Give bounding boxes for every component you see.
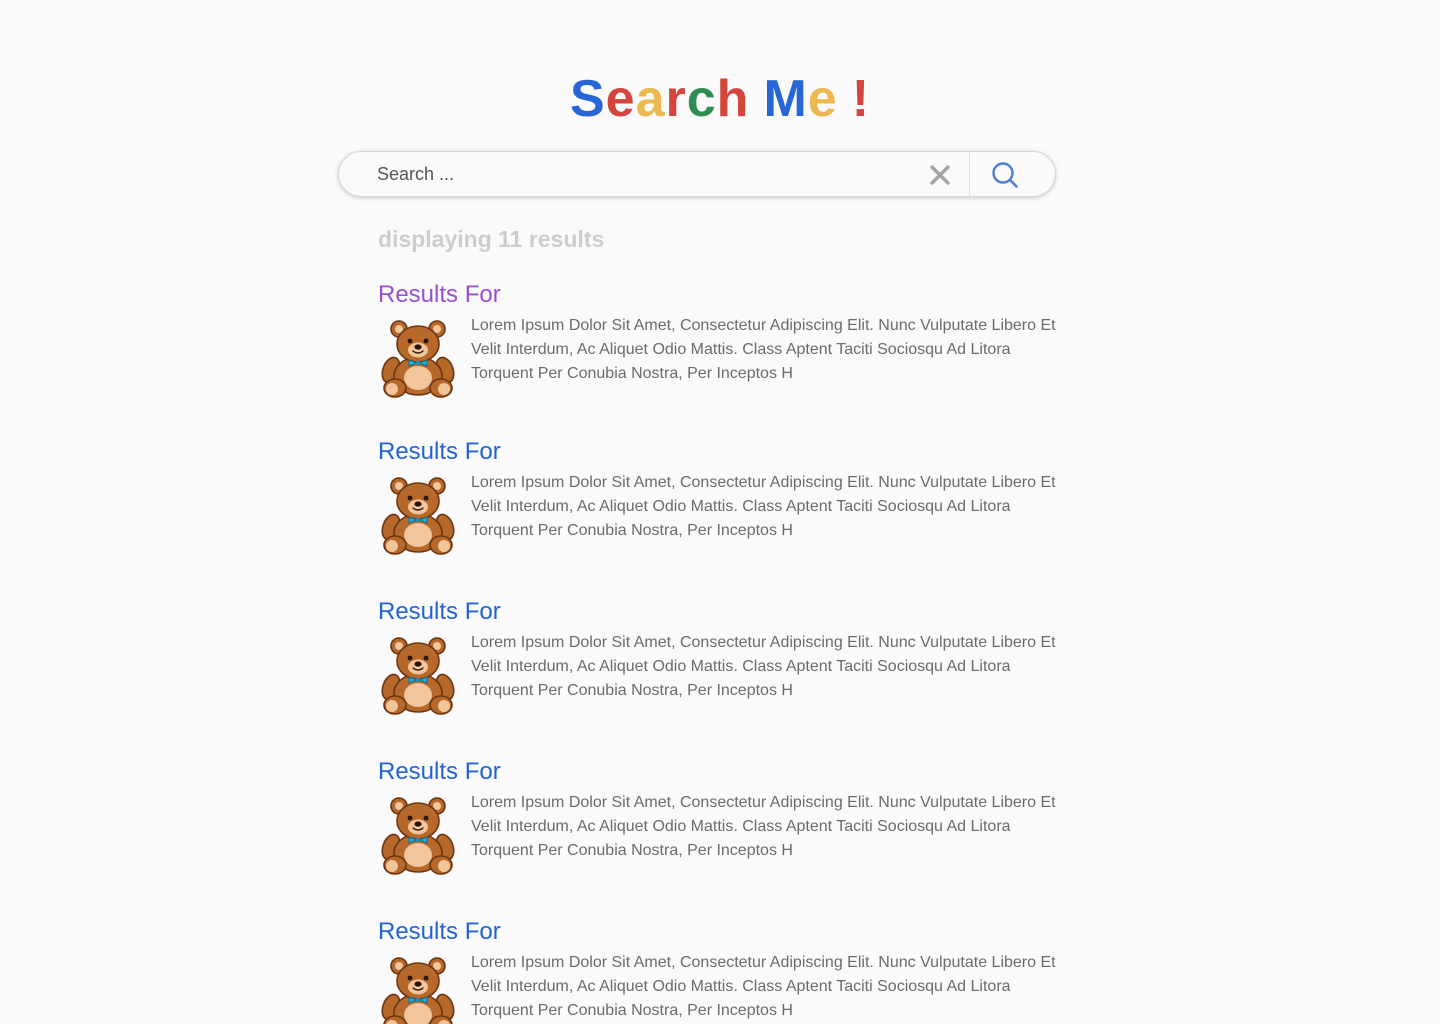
logo-letter: c [686,70,717,128]
search-input[interactable] [377,152,917,196]
teddy-bear-thumbnail [378,318,458,398]
teddy-bear-thumbnail [378,795,458,875]
logo-letter: a [635,70,666,128]
logo-letter: M [763,70,808,128]
close-icon [930,165,950,185]
search-divider [969,152,970,196]
result-title-link[interactable]: Results For [378,437,501,467]
result-description: Lorem Ipsum Dolor Sit Amet, Consectetur … [471,317,1056,382]
logo-letter: e [605,70,636,128]
result-title-link[interactable]: Results For [378,597,501,627]
results-count: displaying 11 results [378,226,605,252]
result-description: Lorem Ipsum Dolor Sit Amet, Consectetur … [471,954,1056,1019]
teddy-bear-thumbnail [378,475,458,555]
logo-letter: h [716,70,750,128]
result-title-link[interactable]: Results For [378,757,501,787]
teddy-bear-thumbnail [378,955,458,1024]
result-title-link[interactable]: Results For [378,917,501,947]
result-description: Lorem Ipsum Dolor Sit Amet, Consectetur … [471,634,1056,699]
logo: Search Me! [0,68,1440,130]
teddy-bear-thumbnail [378,635,458,715]
result-title-link[interactable]: Results For [378,280,501,310]
logo-letter: e [807,70,838,128]
search-icon [992,162,1018,188]
result-description: Lorem Ipsum Dolor Sit Amet, Consectetur … [471,794,1056,859]
search-bar [338,151,1056,197]
clear-search-button[interactable] [927,162,953,188]
logo-letter: S [569,70,606,128]
logo-letter: ! [851,70,871,128]
search-page: SearchMe! displaying 11 results Results … [0,0,1440,1024]
search-button[interactable] [990,160,1020,190]
result-description: Lorem Ipsum Dolor Sit Amet, Consectetur … [471,474,1056,539]
logo-letter: r [665,70,687,128]
